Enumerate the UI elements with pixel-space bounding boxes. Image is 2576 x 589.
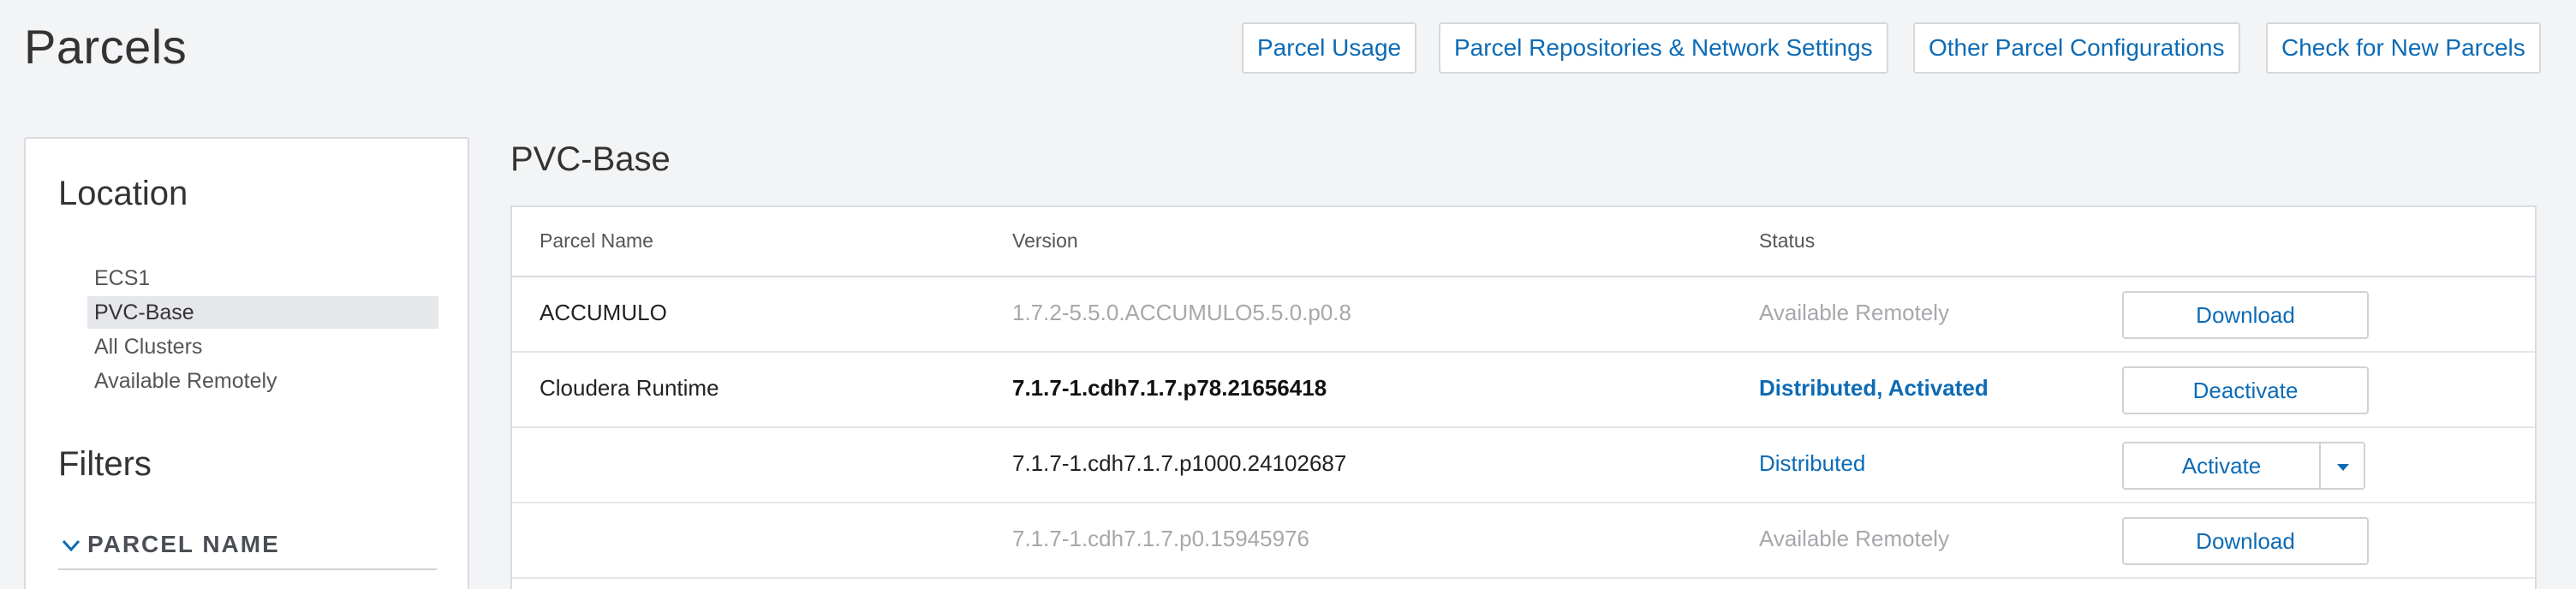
parcel-usage-button[interactable]: Parcel Usage xyxy=(1242,22,1417,74)
filter-parcel-name-label: PARCEL NAME xyxy=(87,531,280,557)
parcels-table: Parcel Name Version Status ACCUMULO 1.7.… xyxy=(510,205,2537,589)
parcel-version: 7.1.7-1.cdh7.1.7.p1000.24102687 xyxy=(1012,450,1347,476)
location-heading: Location xyxy=(58,175,188,212)
column-header-version: Version xyxy=(1012,229,1078,252)
parcel-name: Cloudera Runtime xyxy=(540,375,719,401)
check-new-parcels-button[interactable]: Check for New Parcels xyxy=(2266,22,2541,74)
section-title: PVC-Base xyxy=(510,140,671,178)
caret-down-icon xyxy=(2337,464,2349,471)
location-item-available-remotely[interactable]: Available Remotely xyxy=(87,365,438,397)
table-row: 7.1.7-1.cdh7.1.7.p1000.24102687 Distribu… xyxy=(512,428,2535,503)
activate-options-dropdown[interactable] xyxy=(2319,442,2365,490)
filters-heading: Filters xyxy=(58,445,152,483)
page-title: Parcels xyxy=(24,20,188,74)
column-header-status: Status xyxy=(1759,229,1816,252)
deactivate-button[interactable]: Deactivate xyxy=(2122,366,2369,414)
parcel-version: 7.1.7-1.cdh7.1.7.p78.21656418 xyxy=(1012,375,1327,401)
other-parcel-configurations-button[interactable]: Other Parcel Configurations xyxy=(1913,22,2240,74)
parcel-status-link[interactable]: Distributed xyxy=(1759,450,1865,477)
activate-button[interactable]: Activate xyxy=(2122,442,2321,490)
column-header-parcel-name: Parcel Name xyxy=(540,229,653,252)
table-row: 7.1.7-1.cdh7.1.7.p0.15945976 Available R… xyxy=(512,503,2535,579)
repos-network-settings-button[interactable]: Parcel Repositories & Network Settings xyxy=(1439,22,1888,74)
filter-parcel-name-toggle[interactable]: PARCEL NAME xyxy=(58,527,437,570)
location-item-pvc-base[interactable]: PVC-Base xyxy=(87,296,438,329)
parcel-version: 1.7.2-5.5.0.ACCUMULO5.5.0.p0.8 xyxy=(1012,300,1351,325)
parcel-status: Available Remotely xyxy=(1759,300,1950,325)
parcel-status: Available Remotely xyxy=(1759,526,1950,551)
download-button[interactable]: Download xyxy=(2122,291,2369,339)
location-item-all-clusters[interactable]: All Clusters xyxy=(87,330,438,363)
table-header: Parcel Name Version Status xyxy=(512,207,2535,277)
parcel-name: ACCUMULO xyxy=(540,300,667,325)
chevron-down-icon xyxy=(60,534,82,556)
parcel-status-link[interactable]: Distributed, Activated xyxy=(1759,375,1989,402)
table-row: Cloudera Runtime 7.1.7-1.cdh7.1.7.p78.21… xyxy=(512,353,2535,428)
sidebar: Location ECS1 PVC-Base All Clusters Avai… xyxy=(24,137,469,589)
table-row: ACCUMULO 1.7.2-5.5.0.ACCUMULO5.5.0.p0.8 … xyxy=(512,277,2535,353)
download-button[interactable]: Download xyxy=(2122,517,2369,565)
location-item-ecs1[interactable]: ECS1 xyxy=(87,262,438,294)
parcel-version: 7.1.7-1.cdh7.1.7.p0.15945976 xyxy=(1012,526,1309,551)
